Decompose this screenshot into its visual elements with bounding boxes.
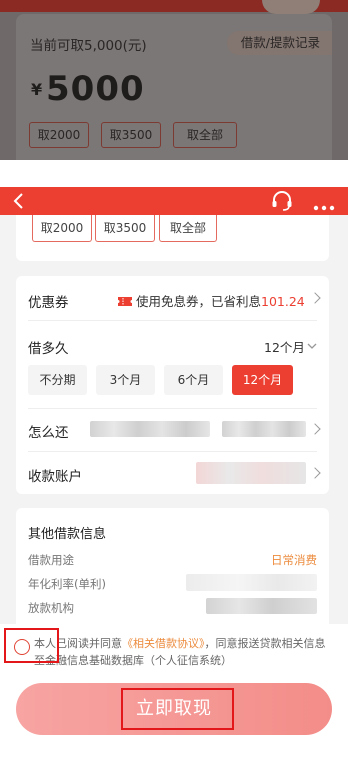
rate-redacted (186, 574, 317, 591)
account-row[interactable]: 收款账户 (16, 452, 329, 494)
repay-label: 怎么还 (28, 425, 69, 441)
loan-overview-section: 当前可取5,000(元) 借款/提款记录 ¥ 5000 取2000 取3500 … (0, 0, 348, 160)
quick-amount-3500-button[interactable]: 取3500 (95, 215, 155, 242)
term-option-3-months[interactable]: 3个月 (96, 365, 155, 395)
agreement-section: 本人已阅读并同意《相关借款协议》，同意报送贷款相关信息至金融信息基础数据库（个人… (0, 624, 348, 757)
loan-term-selected[interactable]: 12个月 (264, 337, 305, 356)
back-arrow-icon[interactable] (12, 191, 26, 211)
chevron-right-icon (309, 292, 321, 304)
quick-amount-all-button[interactable]: 取全部 (159, 215, 217, 242)
headset-support-icon[interactable] (270, 190, 294, 212)
account-redacted (196, 462, 306, 484)
other-info-title: 其他借款信息 (28, 527, 107, 542)
available-amount-text: 当前可取5,000(元) (30, 38, 147, 54)
term-option-12-months[interactable]: 12个月 (232, 365, 293, 395)
withdraw-amount-value[interactable]: 5000 (46, 69, 145, 109)
purpose-label: 借款用途 (28, 553, 74, 567)
term-option-6-months[interactable]: 6个月 (164, 365, 223, 395)
quick-amount-2000-button[interactable]: 取2000 (32, 215, 92, 242)
mascot-image (262, 0, 320, 14)
available-amount-card: 当前可取5,000(元) 借款/提款记录 ¥ 5000 取2000 取3500 … (16, 14, 332, 160)
quick-amount-2000-button[interactable]: 取2000 (29, 122, 89, 148)
app-header (0, 187, 348, 215)
loan-agreement-link[interactable]: 《相关借款协议》 (122, 637, 205, 650)
agreement-text: 本人已阅读并同意《相关借款协议》，同意报送贷款相关信息至金融信息基础数据库（个人… (34, 635, 330, 669)
ticket-icon (118, 292, 132, 306)
repay-plan-redacted (90, 421, 210, 437)
purpose-value: 日常消费 (271, 553, 317, 567)
loan-term-label: 借多久 (28, 341, 69, 357)
repay-row[interactable]: 怎么还 (16, 409, 329, 449)
main-content: 取2000 取3500 取全部 优惠券 使用免息券，已省利息101.24 借多久… (0, 215, 348, 757)
loan-record-button[interactable]: 借款/提款记录 (226, 31, 332, 55)
coupon-saved-amount: 101.24 (261, 294, 305, 309)
coupon-row[interactable]: 优惠券 使用免息券，已省利息101.24 (16, 276, 329, 320)
radio-highlight-box (4, 628, 59, 663)
quick-amount-card: 取2000 取3500 取全部 (16, 215, 329, 261)
term-option-none[interactable]: 不分期 (28, 365, 87, 395)
cta-highlight-box (121, 688, 234, 730)
currency-symbol: ¥ (31, 80, 43, 99)
chevron-right-icon (309, 423, 321, 435)
coupon-value: 使用免息券，已省利息101.24 (136, 291, 305, 310)
coupon-label: 优惠券 (28, 295, 69, 311)
institution-label: 放款机构 (28, 601, 74, 615)
account-label: 收款账户 (28, 469, 82, 485)
institution-redacted (206, 598, 317, 614)
more-dots-icon[interactable] (312, 197, 336, 211)
loan-settings-card: 优惠券 使用免息券，已省利息101.24 借多久 12个月 不分期 3个月 6个… (16, 276, 329, 494)
chevron-down-icon[interactable] (307, 336, 317, 349)
quick-amount-all-button[interactable]: 取全部 (173, 122, 237, 148)
loan-term-options: 不分期 3个月 6个月 12个月 (16, 365, 329, 395)
coupon-value-prefix: 使用免息券，已省利息 (136, 294, 262, 309)
quick-amount-3500-button[interactable]: 取3500 (101, 122, 161, 148)
chevron-right-icon (309, 467, 321, 479)
rate-label: 年化利率(单利) (28, 577, 106, 591)
other-loan-info-card: 其他借款信息 借款用途 日常消费 年化利率(单利) 放款机构 (16, 508, 329, 624)
repay-amount-redacted (222, 421, 306, 437)
divider (28, 320, 317, 321)
